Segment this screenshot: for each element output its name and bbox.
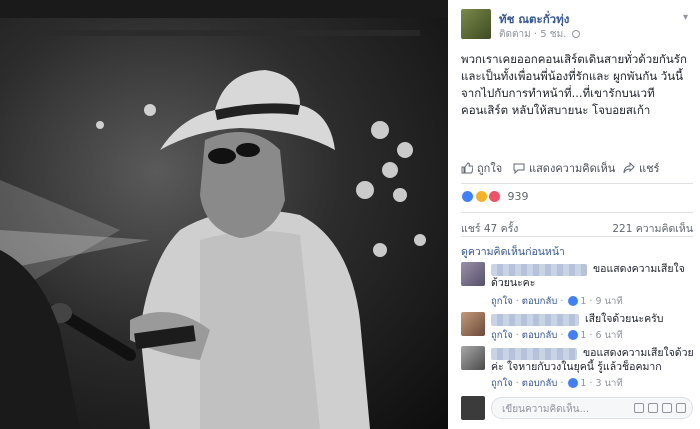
share-button[interactable]: แชร์ <box>623 160 659 180</box>
post-panel: ทัช ณตะกั่วทุ่ง ติดตาม · 5 ชม. ▾ พวกเราเ… <box>448 0 700 429</box>
commenter-avatar[interactable] <box>461 346 485 370</box>
photo-viewer: ทัช ณตะกั่วทุ่ง ติดตาม · 5 ชม. ▾ พวกเราเ… <box>0 0 700 429</box>
comment-reply-link[interactable]: ตอบกลับ <box>522 296 558 307</box>
comment-time[interactable]: 6 นาที <box>595 330 622 341</box>
share-label: แชร์ <box>639 162 660 175</box>
comment-meta: ถูกใจ · ตอบกลับ · 1 · 9 นาที <box>491 296 623 307</box>
camera-icon[interactable] <box>648 403 658 413</box>
post-time[interactable]: 5 ชม. <box>540 29 566 40</box>
comment-time[interactable]: 3 นาที <box>595 378 622 389</box>
sad-reaction-icon <box>474 190 488 203</box>
commenter-name-blurred[interactable] <box>491 314 579 326</box>
comment-input[interactable]: เขียนความคิดเห็น... <box>491 397 693 419</box>
post-photo[interactable] <box>0 0 448 429</box>
share-count[interactable]: แชร์ 47 ครั้ง <box>461 220 518 237</box>
comment-label: แสดงความคิดเห็น <box>529 162 616 175</box>
gif-icon[interactable] <box>662 403 672 413</box>
comment-like-icon <box>568 296 579 306</box>
current-user-avatar <box>461 396 485 420</box>
view-previous-comments[interactable]: ดูความคิดเห็นก่อนหน้า <box>461 243 565 260</box>
divider <box>461 212 693 213</box>
commenter-name-blurred[interactable] <box>491 348 577 360</box>
post-meta: ติดตาม · 5 ชม. <box>499 27 580 42</box>
author-avatar[interactable] <box>461 9 491 39</box>
composer-icons <box>630 403 686 416</box>
comment-icon <box>513 163 525 174</box>
comment-like-link[interactable]: ถูกใจ <box>491 378 513 389</box>
love-reaction-icon <box>488 190 501 203</box>
divider <box>461 183 693 184</box>
divider <box>461 236 693 237</box>
sticker-icon[interactable] <box>676 403 686 413</box>
like-button[interactable]: ถูกใจ <box>461 160 502 180</box>
comment-button[interactable]: แสดงความคิดเห็น <box>513 160 615 180</box>
comment-meta: ถูกใจ · ตอบกลับ · 1 · 6 นาที <box>491 330 623 341</box>
thumbs-up-icon <box>461 162 473 174</box>
emoji-icon[interactable] <box>634 403 644 413</box>
comment-time[interactable]: 9 นาที <box>595 296 622 307</box>
comment-like-count: 1 <box>580 296 587 307</box>
comment-like-link[interactable]: ถูกใจ <box>491 296 513 307</box>
follow-link[interactable]: ติดตาม <box>499 29 531 40</box>
commenter-avatar[interactable] <box>461 262 485 286</box>
commenter-name-blurred[interactable] <box>491 264 587 276</box>
comment-reply-link[interactable]: ตอบกลับ <box>522 378 558 389</box>
comment-input-placeholder: เขียนความคิดเห็น... <box>502 404 590 415</box>
post-actions: ถูกใจ แสดงความคิดเห็น แชร์ <box>461 160 693 180</box>
photo-image <box>0 0 448 429</box>
comment-item: เสียใจด้วยนะครับ ถูกใจ · ตอบกลับ · 1 · 6… <box>461 312 695 344</box>
meta-separator: · <box>533 29 538 40</box>
chevron-down-icon[interactable]: ▾ <box>683 13 693 23</box>
comment-item: ขอแสดงความเสียใจด้วยนะคะ ถูกใจ · ตอบกลับ… <box>461 262 695 310</box>
comment-composer: เขียนความคิดเห็น... <box>461 396 693 422</box>
reactions-summary[interactable]: 939 <box>461 190 529 206</box>
comment-count[interactable]: 221 ความคิดเห็น <box>612 220 693 237</box>
post-text: พวกเราเคยออกคอนเสิร์ตเดินสายทั่วด้วยกันร… <box>461 52 687 117</box>
like-label: ถูกใจ <box>477 162 503 175</box>
comment-reply-link[interactable]: ตอบกลับ <box>522 330 558 341</box>
share-icon <box>623 162 635 174</box>
globe-icon <box>571 30 580 38</box>
like-reaction-icon <box>461 190 474 203</box>
comment-item: ขอแสดงความเสียใจด้วยค่ะ ใจหายกับวงในยุคน… <box>461 346 695 392</box>
comment-meta: ถูกใจ · ตอบกลับ · 1 · 3 นาที <box>491 378 623 389</box>
commenter-avatar[interactable] <box>461 312 485 336</box>
comment-like-icon <box>568 378 579 388</box>
comment-like-count: 1 <box>580 378 587 389</box>
comment-like-count: 1 <box>580 330 587 341</box>
reaction-count: 939 <box>507 190 529 203</box>
post-header: ทัช ณตะกั่วทุ่ง ติดตาม · 5 ชม. ▾ <box>461 9 693 41</box>
comment-like-icon <box>568 330 579 340</box>
comment-like-link[interactable]: ถูกใจ <box>491 330 513 341</box>
